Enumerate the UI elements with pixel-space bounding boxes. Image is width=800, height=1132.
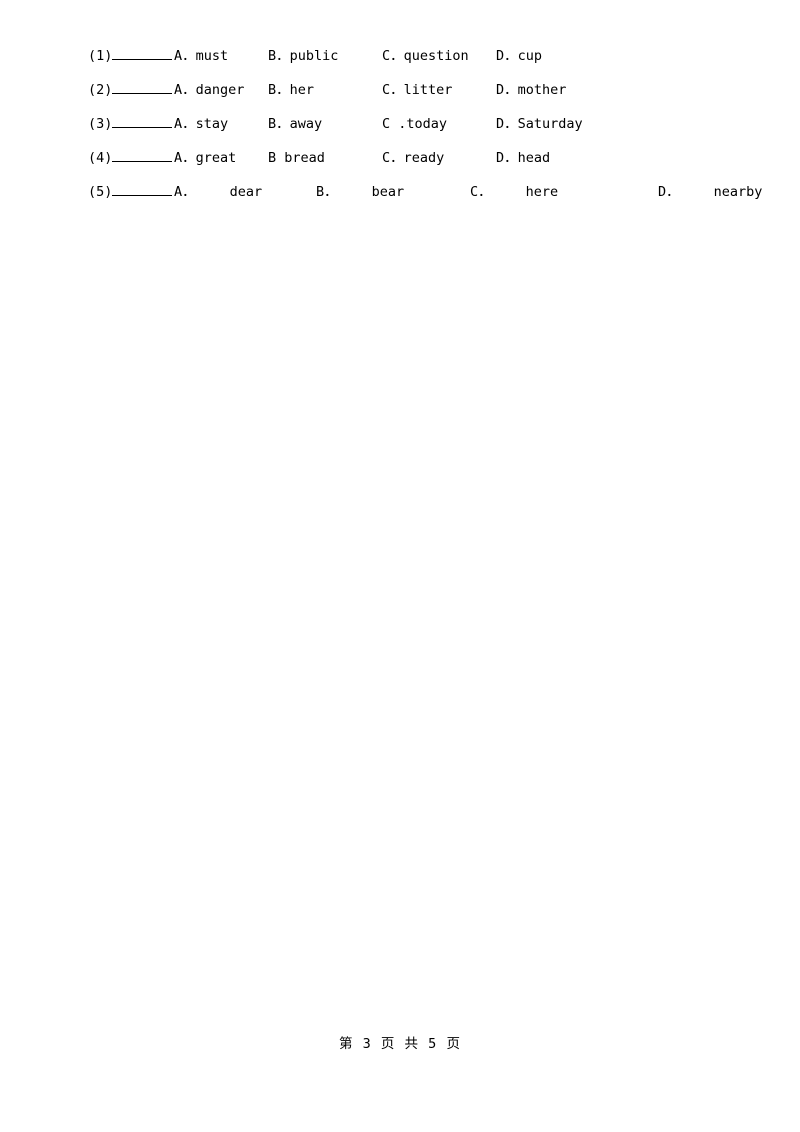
question-number: (1) (88, 48, 113, 64)
option-label: C． (470, 184, 492, 200)
question-row: (5) A． dear B． bear C． here D． nearby (88, 182, 778, 216)
option-word: away (289, 116, 323, 132)
option-label: D． (496, 116, 518, 132)
option-word: ready (403, 150, 445, 166)
option-label: A． (174, 82, 196, 98)
option-d[interactable]: D． nearby (658, 182, 762, 202)
option-word: here (525, 184, 559, 200)
question-number: (5) (88, 184, 113, 200)
option-c[interactable]: C．question (382, 46, 469, 66)
option-label: D． (496, 82, 518, 98)
question-number: (3) (88, 116, 113, 132)
option-c[interactable]: C．ready (382, 148, 444, 168)
option-a[interactable]: A．stay (174, 114, 228, 134)
option-word: nearby (713, 184, 763, 200)
option-word: today (406, 116, 448, 132)
option-word: danger (195, 82, 245, 98)
option-word: great (195, 150, 237, 166)
option-label: A． (174, 184, 196, 200)
question-number: (2) (88, 82, 113, 98)
answer-blank[interactable] (112, 115, 173, 128)
option-label: C． (382, 82, 404, 98)
option-word: question (403, 48, 469, 64)
page-footer: 第 3 页 共 5 页 (339, 1036, 461, 1052)
option-c[interactable]: C． here (470, 182, 558, 202)
answer-blank[interactable] (112, 47, 173, 60)
option-word: cup (517, 48, 543, 64)
option-word: Saturday (517, 116, 583, 132)
option-label: C． (382, 48, 404, 64)
option-b[interactable]: B bread (268, 148, 325, 168)
question-number: (4) (88, 150, 113, 166)
option-label: D． (496, 48, 518, 64)
option-b[interactable]: B．away (268, 114, 322, 134)
option-a[interactable]: A． dear (174, 182, 262, 202)
question-list: (1) A．must B．public C．question D．cup (2)… (88, 46, 778, 216)
option-word: stay (195, 116, 229, 132)
option-d[interactable]: D．cup (496, 46, 542, 66)
option-c[interactable]: C .today (382, 114, 447, 134)
question-row: (1) A．must B．public C．question D．cup (88, 46, 778, 80)
option-label: C． (382, 150, 404, 166)
option-word: public (289, 48, 339, 64)
option-word: bear (371, 184, 405, 200)
option-label: B． (268, 82, 290, 98)
answer-blank[interactable] (112, 81, 173, 94)
answer-blank[interactable] (112, 183, 173, 196)
option-label: B． (268, 116, 290, 132)
option-label: B． (316, 184, 338, 200)
option-word: litter (403, 82, 453, 98)
option-word: head (517, 150, 551, 166)
option-d[interactable]: D．Saturday (496, 114, 583, 134)
option-label: A． (174, 48, 196, 64)
option-word: must (195, 48, 229, 64)
option-a[interactable]: A．great (174, 148, 236, 168)
option-label: B． (268, 48, 290, 64)
document-page: (1) A．must B．public C．question D．cup (2)… (0, 0, 800, 1132)
option-label: D． (658, 184, 680, 200)
option-b[interactable]: B．public (268, 46, 338, 66)
option-d[interactable]: D．head (496, 148, 550, 168)
question-row: (4) A．great B bread C．ready D．head (88, 148, 778, 182)
option-a[interactable]: A．must (174, 46, 228, 66)
option-d[interactable]: D．mother (496, 80, 566, 100)
option-label: A． (174, 116, 196, 132)
option-label: A． (174, 150, 196, 166)
question-row: (3) A．stay B．away C .today D．Saturday (88, 114, 778, 148)
option-c[interactable]: C．litter (382, 80, 452, 100)
option-word: bread (284, 150, 325, 166)
option-word: dear (229, 184, 263, 200)
option-b[interactable]: B．her (268, 80, 314, 100)
option-a[interactable]: A．danger (174, 80, 244, 100)
option-word: mother (517, 82, 567, 98)
answer-blank[interactable] (112, 149, 173, 162)
option-label: B (268, 150, 277, 166)
question-row: (2) A．danger B．her C．litter D．mother (88, 80, 778, 114)
option-label: C . (382, 116, 407, 132)
option-label: D． (496, 150, 518, 166)
option-word: her (289, 82, 315, 98)
option-b[interactable]: B． bear (316, 182, 404, 202)
